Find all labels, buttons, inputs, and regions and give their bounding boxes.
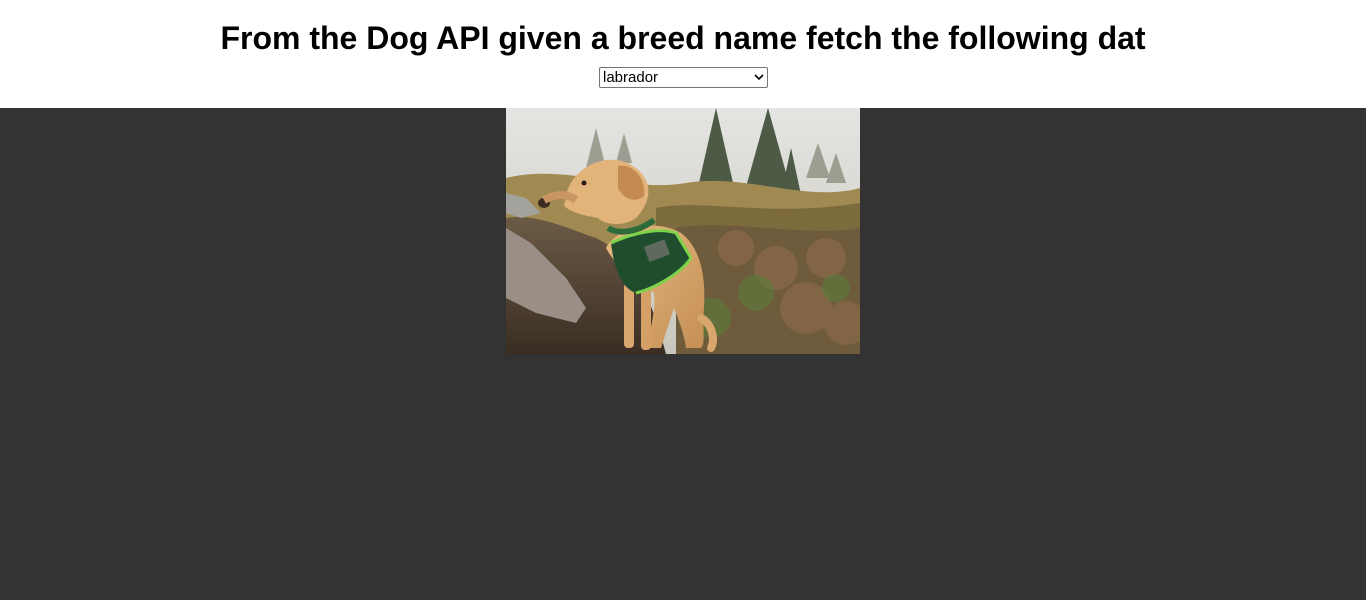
page-title: From the Dog API given a breed name fetc… [220,20,1146,56]
chevron-down-icon [754,74,764,81]
breed-select-value: labrador [603,69,659,86]
content-area [0,108,1366,600]
header-area: From the Dog API given a breed name fetc… [0,0,1366,108]
dog-photo [506,108,860,354]
breed-select[interactable]: labrador [599,67,768,88]
